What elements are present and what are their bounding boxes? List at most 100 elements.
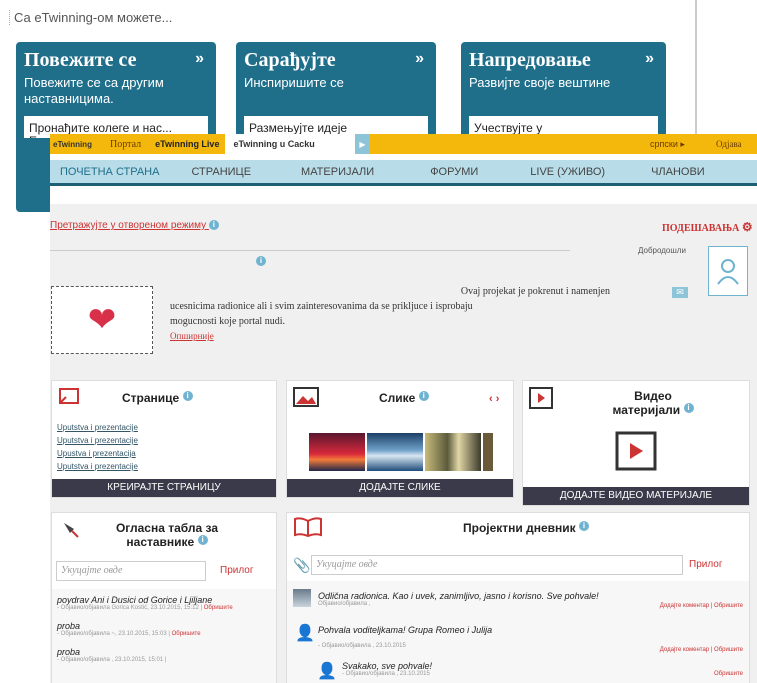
gallery-photo[interactable] xyxy=(367,433,423,471)
description-line: mogucnosti koje portal nudi. xyxy=(170,316,285,327)
card-text: Инспиришите се xyxy=(244,75,344,90)
item-actions[interactable]: Додајте коментар | Обришите xyxy=(660,603,743,609)
delete-link[interactable]: Обришите xyxy=(204,605,233,611)
board-box: Огласна табла за наставнике i Укуцајте о… xyxy=(51,512,277,683)
card-title: Повежите се xyxy=(24,49,137,71)
info-icon: i xyxy=(197,535,208,545)
chevron-right-icon: » xyxy=(645,50,654,67)
delete-link[interactable]: Обришите xyxy=(172,631,201,637)
description-line: Ovaj projekat je pokrenut i namenjen xyxy=(460,286,610,297)
avatar xyxy=(293,589,311,607)
carousel-nav[interactable]: ‹ › xyxy=(489,393,499,405)
item-text: proba xyxy=(57,647,81,657)
divider xyxy=(50,250,570,251)
description-line: ucesnicima radionice ali i svim zaintere… xyxy=(170,301,473,312)
page-link[interactable]: Upustva i prezentacija xyxy=(57,447,138,460)
etwinning-logo[interactable]: eTwinning xyxy=(50,140,102,149)
board-input[interactable]: Укуцајте овде xyxy=(56,561,206,581)
tab-arrow-icon[interactable]: ▶ xyxy=(355,134,370,154)
diary-list: Odlična radionica. Kao i uvek, zanimljiv… xyxy=(287,581,749,683)
item-meta-text: - Објавио/објавила Gorica Kostić, 23.10.… xyxy=(57,605,203,611)
card-title: Напредовање xyxy=(469,49,591,71)
nav-forums[interactable]: ФОРУМИ xyxy=(408,166,500,178)
video-title-label: Видео материјали xyxy=(612,389,681,417)
language-select[interactable]: српски ▸ xyxy=(650,139,685,150)
pages-title-label: Странице xyxy=(122,391,180,405)
settings-label: ПОДЕШАВАЊА xyxy=(662,223,740,234)
board-attach-link[interactable]: Прилог xyxy=(220,565,254,576)
user-icon xyxy=(717,259,739,285)
create-page-button[interactable]: КРЕИРАЈТЕ СТРАНИЦУ xyxy=(52,479,276,497)
nav-home[interactable]: ПОЧЕТНА СТРАНА xyxy=(50,166,175,178)
chevron-right-icon: » xyxy=(195,50,204,67)
diary-box: Пројектни дневник i 📎 Укуцајте овде Прил… xyxy=(286,512,750,683)
card-text: Развијте своје вештине xyxy=(469,75,611,90)
page-icon xyxy=(59,388,79,404)
item-text: proba xyxy=(57,621,81,631)
images-title-label: Слике xyxy=(379,391,416,405)
board-list: poydrav Ani i Dusici od Gorice i Ljiljan… xyxy=(52,589,276,683)
open-search-link[interactable]: Претражујте у отвореном режиму i xyxy=(50,220,219,231)
mail-icon[interactable]: ✉ xyxy=(672,287,688,298)
info-icon: i xyxy=(256,256,266,266)
add-video-button[interactable]: ДОДАЈТЕ ВИДЕО МАТЕРИЈАЛЕ xyxy=(523,487,749,505)
gallery-photo[interactable] xyxy=(309,433,365,471)
card-title: Сарађујте xyxy=(244,49,336,71)
item-meta: - Објавио/објавила , 23.10.2015, 15:01 | xyxy=(57,657,167,663)
page-link[interactable]: Uputstva i prezentacije xyxy=(57,421,138,434)
logout-link[interactable]: Одјава xyxy=(716,139,742,149)
gallery-photo[interactable] xyxy=(483,433,493,471)
gear-icon: ⚙ xyxy=(741,220,753,234)
portal-link[interactable]: Портал xyxy=(102,139,149,150)
diary-input[interactable]: Укуцајте овде xyxy=(311,555,683,575)
read-more-link[interactable]: Опширније xyxy=(170,331,214,341)
nav-wrapper: ПОЧЕТНА СТРАНА СТРАНИЦЕ МАТЕРИЈАЛИ ФОРУМ… xyxy=(50,154,757,204)
info-icon: i xyxy=(418,391,429,401)
item-meta: - Објавио/објавила , 23.10.2015 xyxy=(342,671,430,677)
avatar[interactable] xyxy=(708,246,748,296)
images-title: Слике i xyxy=(379,391,429,405)
card-text: Повежите се са другим наставницима. xyxy=(24,75,164,106)
gallery-photo[interactable] xyxy=(425,433,481,471)
item-meta: Објавио/објавила , xyxy=(318,601,371,607)
page-link[interactable]: Uputstva i prezentacije xyxy=(57,434,138,447)
board-title: Огласна табла за наставнике i xyxy=(102,521,232,549)
nav-live[interactable]: LIVE (УЖИВО) xyxy=(500,166,635,178)
diary-title: Пројектни дневник i xyxy=(463,521,590,535)
info-icon: i xyxy=(208,220,219,230)
nav-members[interactable]: ЧЛАНОВИ xyxy=(635,166,721,178)
video-icon xyxy=(529,387,553,409)
diary-attach-link[interactable]: Прилог xyxy=(689,559,723,570)
info-icon: i xyxy=(579,521,590,531)
settings-link[interactable]: ПОДЕШАВАЊА ⚙ xyxy=(662,220,753,235)
intro-text: Са eTwinning-ом можете... xyxy=(9,10,172,25)
item-actions[interactable]: Додајте коментар | Обришите xyxy=(660,647,743,653)
video-box: Видео материјали i ДОДАЈТЕ ВИДЕО МАТЕРИЈ… xyxy=(522,380,750,506)
item-actions[interactable]: Обришите xyxy=(714,671,743,677)
twinspace-tab[interactable]: eTwinning u Cacku xyxy=(225,134,356,154)
item-text: poydrav Ani i Dusici od Gorice i Ljiljan… xyxy=(57,595,213,605)
pages-list: Uputstva i prezentacije Uputstva i preze… xyxy=(57,421,138,473)
item-meta-text: - Објавио/објавила ~, 23.10.2015, 15:03 … xyxy=(57,631,170,637)
chevron-right-icon: » xyxy=(415,50,424,67)
add-images-button[interactable]: ДОДАЈТЕ СЛИКЕ xyxy=(287,479,513,497)
list-item: Odlična radionica. Kao i uvek, zanimljiv… xyxy=(313,585,604,607)
list-item: poydrav Ani i Dusici od Gorice i Ljiljan… xyxy=(52,589,276,611)
etwinning-live-link[interactable]: eTwinning Live xyxy=(149,139,225,149)
user-icon: 👤 xyxy=(317,663,337,680)
pages-box: Странице i Uputstva i prezentacije Uputs… xyxy=(51,380,277,498)
images-box: Слике i ‹ › ДОДАЈТЕ СЛИКЕ xyxy=(286,380,514,498)
item-meta: - Објавио/објавила , 23.10.2015 xyxy=(318,643,406,649)
list-item: proba - Објавио/објавила ~, 23.10.2015, 1… xyxy=(52,611,276,637)
page-link[interactable]: Uputstva i prezentacije xyxy=(57,460,138,473)
list-item: Svakako, sve pohvale! - Објавио/објавила … xyxy=(337,655,437,677)
info-icon: i xyxy=(182,391,193,401)
nav-materials[interactable]: МАТЕРИЈАЛИ xyxy=(267,166,408,178)
user-icon: 👤 xyxy=(295,625,315,642)
top-bar: eTwinning Портал eTwinning Live eTwinnin… xyxy=(50,134,757,154)
nav-pages[interactable]: СТРАНИЦЕ xyxy=(175,166,267,178)
paperclip-icon[interactable]: 📎 xyxy=(293,557,310,574)
item-text: Pohvala voditeljkama! Grupa Romeo i Juli… xyxy=(318,625,493,635)
list-item: proba - Објавио/објавила , 23.10.2015, 15… xyxy=(52,637,276,663)
main-nav: ПОЧЕТНА СТРАНА СТРАНИЦЕ МАТЕРИЈАЛИ ФОРУМ… xyxy=(50,160,757,186)
